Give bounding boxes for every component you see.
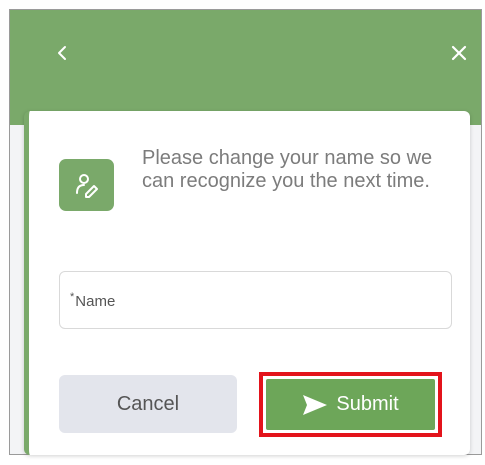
- change-name-dialog: Please change your name so we can recogn…: [24, 111, 470, 455]
- header-bar: [10, 10, 481, 125]
- back-button[interactable]: [50, 40, 74, 66]
- name-field-label: *Name: [70, 291, 115, 310]
- cancel-button[interactable]: Cancel: [59, 375, 237, 433]
- submit-highlight: Submit: [259, 372, 442, 437]
- user-edit-icon: [75, 174, 98, 198]
- chevron-left-icon: [58, 46, 66, 60]
- user-edit-badge: [59, 159, 114, 211]
- dialog-message: Please change your name so we can recogn…: [142, 147, 433, 192]
- close-icon: [451, 45, 467, 61]
- name-field[interactable]: *Name: [59, 271, 452, 329]
- close-button[interactable]: [447, 40, 471, 66]
- required-marker: *: [70, 290, 75, 303]
- name-label-text: Name: [75, 292, 116, 310]
- submit-button[interactable]: Submit: [266, 379, 435, 430]
- send-icon: [303, 394, 328, 415]
- submit-label: Submit: [336, 393, 399, 415]
